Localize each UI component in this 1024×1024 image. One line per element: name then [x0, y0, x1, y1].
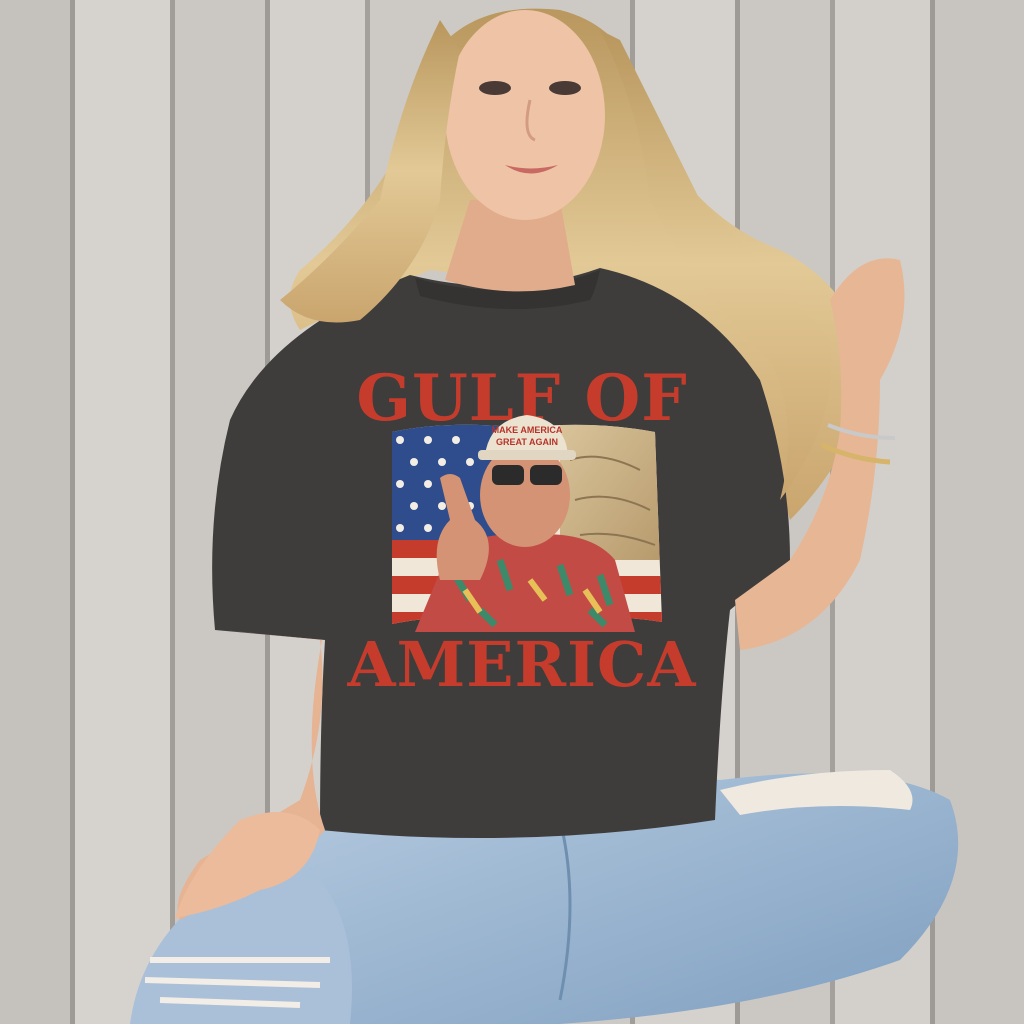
shirt-graphic: GULF OF MAKE AMERICA GREAT AGAIN AMERICA	[347, 361, 697, 701]
product-photo: GULF OF MAKE AMERICA GREAT AGAIN AMERICA	[0, 0, 1024, 1024]
print-line-bottom: AMERICA	[347, 628, 697, 701]
face	[445, 10, 605, 220]
cap-text-2: GREAT AGAIN	[496, 437, 558, 447]
cap-text-1: MAKE AMERICA	[492, 425, 563, 435]
